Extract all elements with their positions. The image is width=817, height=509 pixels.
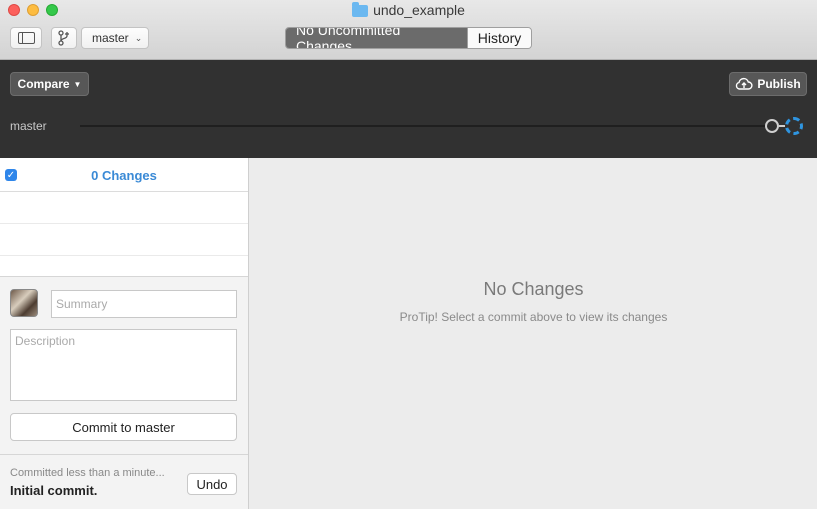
sidebar-toggle-icon	[17, 32, 35, 44]
diff-panel: No Changes ProTip! Select a commit above…	[250, 158, 817, 509]
folder-icon	[352, 2, 369, 17]
list-item	[0, 192, 248, 224]
tab-uncommitted-changes[interactable]: No Uncommitted Changes	[286, 28, 467, 48]
view-tabs: No Uncommitted Changes History	[285, 27, 532, 49]
branch-dropdown[interactable]: master ⌄	[81, 27, 149, 49]
window-title: undo_example	[0, 2, 817, 18]
toggle-sidebar-button[interactable]	[10, 27, 42, 49]
publish-button[interactable]: Publish	[729, 72, 807, 96]
new-branch-button[interactable]	[51, 27, 77, 49]
last-commit-meta: Committed less than a minute...	[10, 467, 165, 479]
chevron-down-icon: ⌄	[134, 32, 143, 43]
changes-sidebar: ✓ 0 Changes Commit to master Committed l…	[0, 158, 249, 509]
branch-dropdown-label: master	[92, 31, 129, 45]
list-item	[0, 224, 248, 256]
commit-form: Commit to master	[0, 276, 248, 454]
pending-commit-node	[785, 117, 803, 135]
avatar	[10, 289, 38, 317]
publish-button-label: Publish	[757, 77, 801, 91]
commit-node[interactable]	[765, 119, 779, 133]
last-commit-title: Initial commit.	[10, 483, 98, 498]
window-titlebar: undo_example master ⌄ No Uncommitted Cha…	[0, 0, 817, 60]
compare-button[interactable]: Compare ▼	[10, 72, 89, 96]
changed-files-list	[0, 192, 248, 276]
timeline-branch-label: master	[10, 119, 47, 133]
compare-button-label: Compare	[17, 77, 70, 91]
branch-icon	[58, 30, 69, 46]
tab-history[interactable]: History	[467, 28, 531, 48]
changes-header: ✓ 0 Changes	[0, 158, 248, 192]
last-commit-panel: Committed less than a minute... Initial …	[0, 454, 248, 509]
empty-state-tip: ProTip! Select a commit above to view it…	[399, 310, 668, 324]
cloud-upload-icon	[736, 77, 753, 90]
window-title-text: undo_example	[373, 2, 465, 18]
caret-down-icon: ▼	[73, 79, 82, 89]
changes-count: 0 Changes	[91, 168, 157, 183]
undo-button[interactable]: Undo	[187, 473, 237, 495]
branch-timeline	[80, 125, 766, 127]
description-input[interactable]	[10, 329, 237, 401]
commit-button[interactable]: Commit to master	[10, 413, 237, 441]
summary-input[interactable]	[51, 290, 237, 318]
empty-state-title: No Changes	[483, 279, 584, 299]
compare-header: Compare ▼ Publish master	[0, 60, 817, 158]
